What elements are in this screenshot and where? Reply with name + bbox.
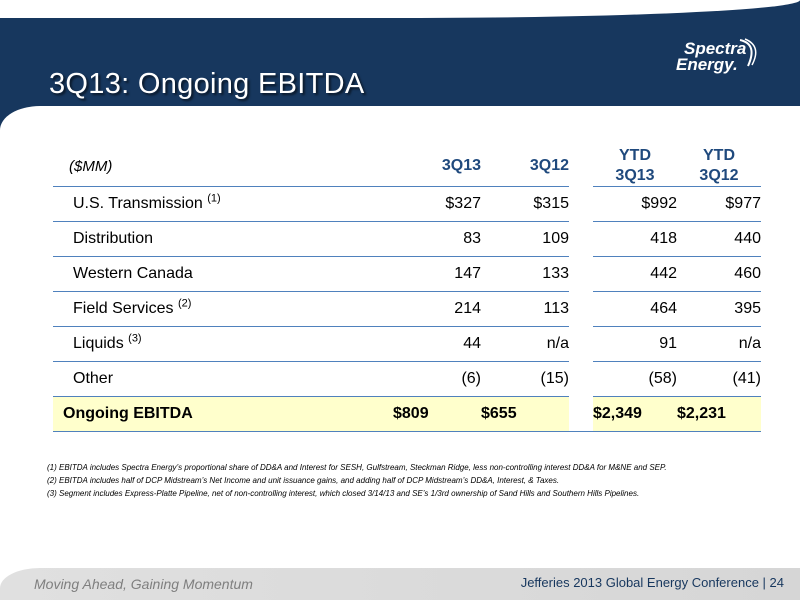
column-gap bbox=[569, 256, 593, 292]
row-value: $315 bbox=[481, 186, 569, 222]
logo-line-2: Energy. bbox=[676, 55, 738, 74]
row-label: Field Services (2) bbox=[53, 291, 393, 327]
row-label-text: Other bbox=[73, 370, 114, 387]
footnotes: (1) EBITDA includes Spectra Energy’s pro… bbox=[47, 461, 777, 500]
row-value: 418 bbox=[593, 221, 677, 257]
footnote-3: (3) Segment includes Express-Platte Pipe… bbox=[47, 489, 640, 498]
logo-swoosh-icon bbox=[739, 38, 757, 67]
spectra-energy-logo: Spectra Energy. bbox=[676, 38, 766, 78]
total-value: $2,349 bbox=[593, 396, 677, 432]
row-value: 113 bbox=[481, 291, 569, 327]
total-value: $2,231 bbox=[677, 396, 761, 432]
footer-conference: Jefferies 2013 Global Energy Conference … bbox=[520, 575, 784, 590]
row-label: Other bbox=[53, 361, 393, 397]
row-label-text: Liquids bbox=[73, 335, 124, 352]
col-ytd-3q12: YTD 3Q12 bbox=[677, 146, 761, 187]
col-ytd-prefix: YTD bbox=[619, 147, 651, 164]
table-header-row: ($MM) 3Q13 3Q12 YTD 3Q13 YTD 3Q12 bbox=[53, 146, 761, 187]
footnote-ref: (3) bbox=[128, 332, 142, 345]
row-label: Western Canada bbox=[53, 256, 393, 292]
ebitda-table: ($MM) 3Q13 3Q12 YTD 3Q13 YTD 3Q12 U.S. T… bbox=[53, 146, 761, 432]
row-value: 460 bbox=[677, 256, 761, 292]
row-label-text: Distribution bbox=[73, 230, 154, 247]
row-value: (6) bbox=[393, 361, 481, 397]
row-value: $992 bbox=[593, 186, 677, 222]
row-label-text: U.S. Transmission bbox=[73, 195, 203, 212]
total-value: $809 bbox=[393, 396, 481, 432]
total-row: Ongoing EBITDA $809 $655 $2,349 $2,231 bbox=[53, 396, 761, 432]
table-row: Distribution 83 109 418 440 bbox=[53, 221, 761, 257]
row-value: 464 bbox=[593, 291, 677, 327]
table-row: Western Canada 147 133 442 460 bbox=[53, 256, 761, 292]
row-value: 147 bbox=[393, 256, 481, 292]
row-value: 44 bbox=[393, 326, 481, 362]
footnote-ref: (1) bbox=[207, 192, 221, 205]
footnote-1: (1) EBITDA includes Spectra Energy’s pro… bbox=[47, 463, 667, 472]
total-label: Ongoing EBITDA bbox=[53, 396, 393, 432]
unit-label: ($MM) bbox=[69, 157, 113, 175]
row-value: 133 bbox=[481, 256, 569, 292]
row-value: (58) bbox=[593, 361, 677, 397]
column-gap bbox=[569, 221, 593, 257]
table-row: Liquids (3) 44 n/a 91 n/a bbox=[53, 326, 761, 362]
col-ytd-period: 3Q13 bbox=[615, 167, 655, 184]
row-value: n/a bbox=[677, 326, 761, 362]
table-row: U.S. Transmission (1) $327 $315 $992 $977 bbox=[53, 186, 761, 222]
table-row: Other (6) (15) (58) (41) bbox=[53, 361, 761, 397]
row-value: 214 bbox=[393, 291, 481, 327]
column-gap bbox=[569, 326, 593, 362]
header-bottom-curve bbox=[0, 106, 40, 130]
row-label: U.S. Transmission (1) bbox=[53, 186, 393, 222]
col-ytd-3q13: YTD 3Q13 bbox=[593, 146, 677, 187]
table-row: Field Services (2) 214 113 464 395 bbox=[53, 291, 761, 327]
column-gap bbox=[569, 291, 593, 327]
row-label-text: Western Canada bbox=[73, 265, 193, 282]
col-ytd-prefix: YTD bbox=[703, 147, 735, 164]
row-value: 395 bbox=[677, 291, 761, 327]
page-title: 3Q13: Ongoing EBITDA bbox=[49, 68, 365, 100]
row-value: 440 bbox=[677, 221, 761, 257]
col-3q12: 3Q12 bbox=[529, 157, 569, 174]
row-value: 442 bbox=[593, 256, 677, 292]
row-value: 83 bbox=[393, 221, 481, 257]
table-body: U.S. Transmission (1) $327 $315 $992 $977 Dis… bbox=[53, 186, 761, 397]
column-gap bbox=[569, 396, 593, 432]
row-label-text: Field Services bbox=[73, 300, 174, 317]
row-value: $977 bbox=[677, 186, 761, 222]
row-value: 109 bbox=[481, 221, 569, 257]
footnote-2: (2) EBITDA includes half of DCP Midstrea… bbox=[47, 476, 560, 485]
row-value: $327 bbox=[393, 186, 481, 222]
row-label: Distribution bbox=[53, 221, 393, 257]
row-value: 91 bbox=[593, 326, 677, 362]
footer-tagline: Moving Ahead, Gaining Momentum bbox=[34, 576, 253, 592]
row-value: (15) bbox=[481, 361, 569, 397]
row-value: (41) bbox=[677, 361, 761, 397]
footnote-ref: (2) bbox=[177, 297, 192, 310]
column-gap bbox=[569, 361, 593, 397]
column-gap bbox=[569, 146, 593, 187]
row-value: n/a bbox=[481, 326, 569, 362]
total-value: $655 bbox=[481, 396, 569, 432]
col-3q13: 3Q13 bbox=[441, 157, 481, 174]
column-gap bbox=[569, 186, 593, 222]
col-ytd-period: 3Q12 bbox=[699, 167, 739, 184]
row-label: Liquids (3) bbox=[53, 326, 393, 362]
